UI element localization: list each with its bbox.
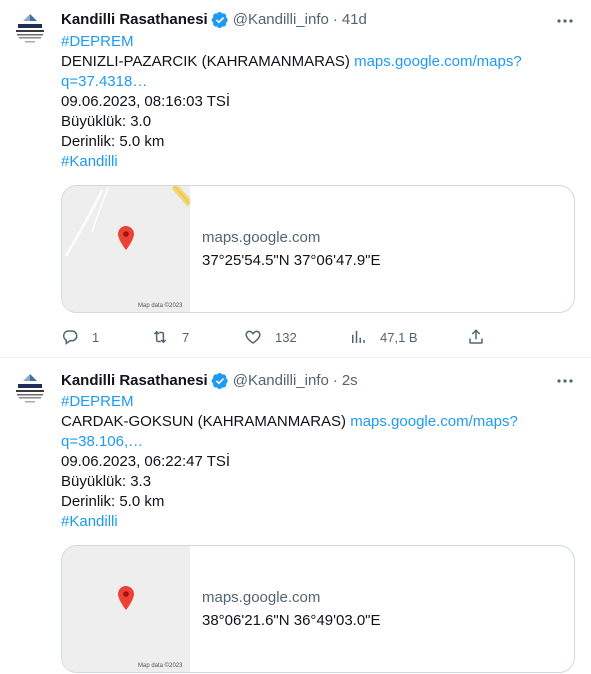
reply-icon — [62, 330, 78, 345]
author-name[interactable]: Kandilli Rasathanesi — [61, 10, 208, 30]
map-link-continued[interactable]: q=37.4318… — [61, 72, 541, 92]
share-icon — [469, 329, 483, 344]
separator-dot: · — [332, 372, 338, 389]
map-pin-icon — [118, 226, 134, 250]
map-link-continued[interactable]: q=38.106,… — [61, 432, 541, 452]
views-icon — [352, 331, 365, 343]
more-options-icon[interactable] — [555, 11, 575, 31]
tweet-text: #DEPREM DENIZLI-PAZARCIK (KAHRAMANMARAS)… — [61, 32, 541, 172]
verified-badge-icon — [211, 11, 228, 29]
map-link[interactable]: maps.google.com/maps? — [350, 413, 518, 430]
reply-button[interactable]: 1 — [61, 322, 99, 352]
avatar[interactable] — [10, 372, 50, 412]
card-domain: maps.google.com — [202, 228, 321, 246]
heart-icon — [245, 330, 261, 344]
views-count: 47,1 B — [380, 329, 418, 345]
views-button[interactable]: 47,1 B — [349, 322, 418, 352]
magnitude-text: Büyüklük: 3.3 — [61, 473, 152, 490]
datetime-text: 09.06.2023, 06:22:47 TSİ — [61, 453, 231, 470]
more-options-icon[interactable] — [555, 371, 575, 391]
tweet-text: #DEPREM CARDAK-GOKSUN (KAHRAMANMARAS) ma… — [61, 392, 541, 532]
card-text: maps.google.com 38°06'21.6"N 36°49'03.0"… — [190, 546, 381, 672]
location-text: CARDAK-GOKSUN (KAHRAMANMARAS) — [61, 413, 347, 430]
tweet-timestamp[interactable]: 41d — [342, 10, 367, 30]
map-pin-icon — [118, 586, 134, 610]
timeline-feed: Kandilli Rasathanesi @Kandilli_info · 41… — [0, 0, 591, 674]
map-thumbnail[interactable]: Map data ©2023 — [62, 186, 190, 312]
hashtag-kandilli[interactable]: #Kandilli — [61, 152, 541, 172]
author-handle[interactable]: @Kandilli_info — [233, 371, 329, 391]
avatar[interactable] — [10, 12, 50, 52]
tweet[interactable]: Kandilli Rasathanesi @Kandilli_info · 41… — [0, 0, 591, 358]
depth-text: Derinlik: 5.0 km — [61, 493, 165, 510]
hashtag-kandilli[interactable]: #Kandilli — [61, 512, 541, 532]
depth-text: Derinlik: 5.0 km — [61, 133, 165, 150]
map-credit: Map data ©2023 — [138, 663, 183, 669]
like-button[interactable]: 132 — [244, 322, 297, 352]
card-domain: maps.google.com — [202, 588, 321, 606]
map-link[interactable]: maps.google.com/maps? — [354, 53, 522, 70]
retweet-button[interactable]: 7 — [151, 322, 189, 352]
tweet-timestamp[interactable]: 2s — [342, 371, 358, 391]
tweet-header: Kandilli Rasathanesi @Kandilli_info · 2s — [61, 371, 358, 391]
kandilli-logo-icon — [16, 14, 44, 43]
tweet-header: Kandilli Rasathanesi @Kandilli_info · 41… — [61, 10, 367, 30]
tweet[interactable]: Kandilli Rasathanesi @Kandilli_info · 2s… — [0, 359, 591, 674]
retweet-count: 7 — [182, 329, 190, 345]
author-handle[interactable]: @Kandilli_info — [233, 10, 329, 30]
kandilli-logo-icon — [16, 374, 44, 403]
hashtag-deprem[interactable]: #DEPREM — [61, 32, 541, 52]
magnitude-text: Büyüklük: 3.0 — [61, 113, 152, 130]
share-button[interactable] — [467, 322, 485, 352]
location-text: DENIZLI-PAZARCIK (KAHRAMANMARAS) — [61, 53, 350, 70]
datetime-text: 09.06.2023, 08:16:03 TSİ — [61, 93, 231, 110]
verified-badge-icon — [211, 372, 228, 390]
tweet-actions: 1 7 132 47,1 B — [61, 322, 491, 352]
card-text: maps.google.com 37°25'54.5"N 37°06'47.9"… — [190, 186, 381, 312]
link-preview-card[interactable]: Map data ©2023 maps.google.com 38°06'21.… — [61, 545, 575, 673]
retweet-icon — [153, 330, 167, 344]
card-title: 37°25'54.5"N 37°06'47.9"E — [202, 251, 381, 269]
hashtag-deprem[interactable]: #DEPREM — [61, 392, 541, 412]
reply-count: 1 — [92, 329, 100, 345]
map-credit: Map data ©2023 — [138, 303, 183, 309]
card-title: 38°06'21.6"N 36°49'03.0"E — [202, 611, 381, 629]
author-name[interactable]: Kandilli Rasathanesi — [61, 371, 208, 391]
like-count: 132 — [275, 329, 297, 345]
link-preview-card[interactable]: Map data ©2023 maps.google.com 37°25'54.… — [61, 185, 575, 313]
separator-dot: · — [332, 11, 338, 28]
map-thumbnail[interactable]: Map data ©2023 — [62, 546, 190, 672]
